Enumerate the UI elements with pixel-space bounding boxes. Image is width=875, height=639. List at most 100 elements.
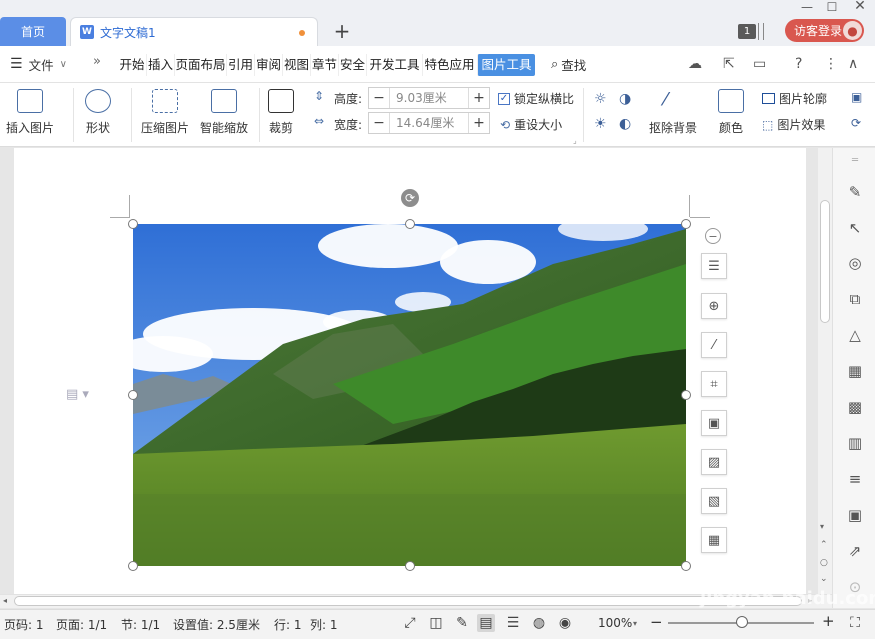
new-tab-button[interactable]: + [332,19,352,43]
pen-icon[interactable]: ✎ [845,182,865,202]
color-button[interactable]: 颜色 [718,89,744,136]
stamp-icon[interactable]: ◎ [845,253,865,273]
window-count-badge[interactable]: 1 [738,24,756,39]
read-mode-icon[interactable]: ◫ [427,614,445,632]
height-decrease-button[interactable]: − [369,88,389,108]
width-decrease-button[interactable]: − [369,113,389,133]
tab-insert[interactable]: 插入 [146,54,174,76]
picture-replace-icon[interactable]: ▨ [701,449,727,475]
tab-references[interactable]: 引用 [226,54,254,76]
table-icon[interactable]: ▦ [845,361,865,381]
tab-security[interactable]: 安全 [338,54,366,76]
resize-handle-ne[interactable] [681,219,691,229]
apps-grid-icon[interactable]: ▩ [845,397,865,417]
share-icon[interactable]: ⇱ [723,56,735,72]
crop-tool-icon[interactable]: ⌗ [701,371,727,397]
resize-handle-sw[interactable] [128,561,138,571]
paragraph-menu-icon[interactable]: ▤ ▾ [66,387,89,402]
vertical-scroll-thumb[interactable] [820,200,830,323]
reset-size-button[interactable]: ⟲ 重设大小 [500,116,562,133]
status-pages[interactable]: 页面: 1/1 [56,616,107,633]
compress-tool-icon[interactable]: ▣ [701,410,727,436]
contrast-down-icon[interactable]: ◐ [619,116,631,132]
minimize-icon[interactable]: — [797,0,817,14]
guest-login-button[interactable]: 访客登录 ● [785,19,864,42]
zoom-out-button[interactable]: − [650,613,663,631]
collapse-floating-toolbar-icon[interactable]: − [705,228,721,244]
collapse-ribbon-icon[interactable]: ∧ [848,56,858,72]
dialog-launcher-icon[interactable]: ⌟ [573,136,577,145]
tab-document[interactable]: W 文字文稿1 [70,17,318,46]
sliders-icon[interactable]: ≡ [845,469,865,489]
more-ribbon-icon-2[interactable]: ⟳ [851,116,861,130]
rotate-handle-icon[interactable]: ⟳ [401,189,419,207]
compress-picture-button[interactable]: 压缩图片 [141,89,189,136]
status-column[interactable]: 列: 1 [310,616,338,633]
brightness-up-icon[interactable]: ☼ [594,91,607,107]
picture-outline-button[interactable]: 图片轮廓 [762,90,827,107]
shape-button[interactable]: 形状 [85,89,111,136]
resize-handle-s[interactable] [405,561,415,571]
picture-convert-icon[interactable]: ▧ [701,488,727,514]
status-setting[interactable]: 设置值: 2.5厘米 [173,616,260,633]
menu-expand-icon[interactable]: » [93,54,101,69]
scroll-left-icon[interactable]: ◂ [3,596,7,605]
height-field[interactable]: − 9.03厘米 + [368,87,490,109]
shapes-icon[interactable]: ⧉ [845,289,865,309]
resize-handle-nw[interactable] [128,219,138,229]
resize-handle-e[interactable] [681,390,691,400]
remove-background-button[interactable]: ⁄ 抠除背景 [649,89,697,136]
resize-handle-se[interactable] [681,561,691,571]
export-icon[interactable]: ⇗ [845,541,865,561]
smart-zoom-button[interactable]: 智能缩放 [200,89,248,136]
layout-options-icon[interactable]: ☰ [701,253,727,279]
tab-start[interactable]: 开始 [118,54,146,76]
status-page-number[interactable]: 页码: 1 [4,616,44,633]
landscape-photo[interactable] [133,224,686,566]
brightness-down-icon[interactable]: ☀ [594,116,607,132]
width-field[interactable]: − 14.64厘米 + [368,112,490,134]
zoom-level[interactable]: 100% [598,616,632,630]
triangle-icon[interactable]: △ [845,325,865,345]
zoom-dropdown-icon[interactable]: ▾ [633,619,637,628]
web-view-icon[interactable]: ◍ [530,614,548,632]
horizontal-scroll-thumb[interactable] [14,596,802,606]
tab-developer[interactable]: 开发工具 [366,54,422,76]
maximize-icon[interactable]: ☐ [822,0,842,14]
eye-care-icon[interactable]: ◉ [556,614,574,632]
cursor-icon[interactable]: ↖ [845,218,865,238]
height-value[interactable]: 9.03厘米 [389,88,469,108]
zoom-in-icon[interactable]: ⊕ [701,293,727,319]
window-list-icon[interactable] [758,23,764,40]
cloud-icon[interactable]: ☁ [688,56,702,72]
height-increase-button[interactable]: + [469,88,489,108]
lock-ratio-checkbox[interactable]: ✓ 锁定纵横比 [498,90,574,107]
edit-mode-icon[interactable]: ✎ [453,614,471,632]
help-icon[interactable]: ? [795,56,802,72]
tab-page-layout[interactable]: 页面布局 [174,54,226,76]
status-row[interactable]: 行: 1 [274,616,302,633]
tab-review[interactable]: 审阅 [254,54,282,76]
image-icon[interactable]: ▣ [845,505,865,525]
insert-picture-button[interactable]: 插入图片 [6,89,54,136]
file-menu[interactable]: ☰ 文件 ∨ [10,54,67,74]
remove-background-icon[interactable]: ⁄ [701,332,727,358]
contrast-up-icon[interactable]: ◑ [619,91,631,107]
close-icon[interactable]: ✕ [850,0,870,14]
tab-view[interactable]: 视图 [282,54,310,76]
fullscreen-icon[interactable]: ⤢ [401,614,419,632]
scroll-down-icon[interactable]: ▾ [820,522,824,531]
width-increase-button[interactable]: + [469,113,489,133]
crop-button[interactable]: 裁剪 [268,89,294,136]
resize-handle-n[interactable] [405,219,415,229]
page-view-icon[interactable]: ▤ [477,614,495,632]
tab-section[interactable]: 章节 [310,54,338,76]
more-ribbon-icon[interactable]: ▣ [851,90,862,104]
resize-handle-w[interactable] [128,390,138,400]
prev-page-icon[interactable]: ⌃ [820,540,828,550]
width-value[interactable]: 14.64厘米 [389,113,469,133]
picture-more-icon[interactable]: ▦ [701,527,727,553]
tab-special[interactable]: 特色应用 [422,54,476,76]
status-section[interactable]: 节: 1/1 [121,616,160,633]
more-options-icon[interactable]: ⋮ [824,56,838,72]
